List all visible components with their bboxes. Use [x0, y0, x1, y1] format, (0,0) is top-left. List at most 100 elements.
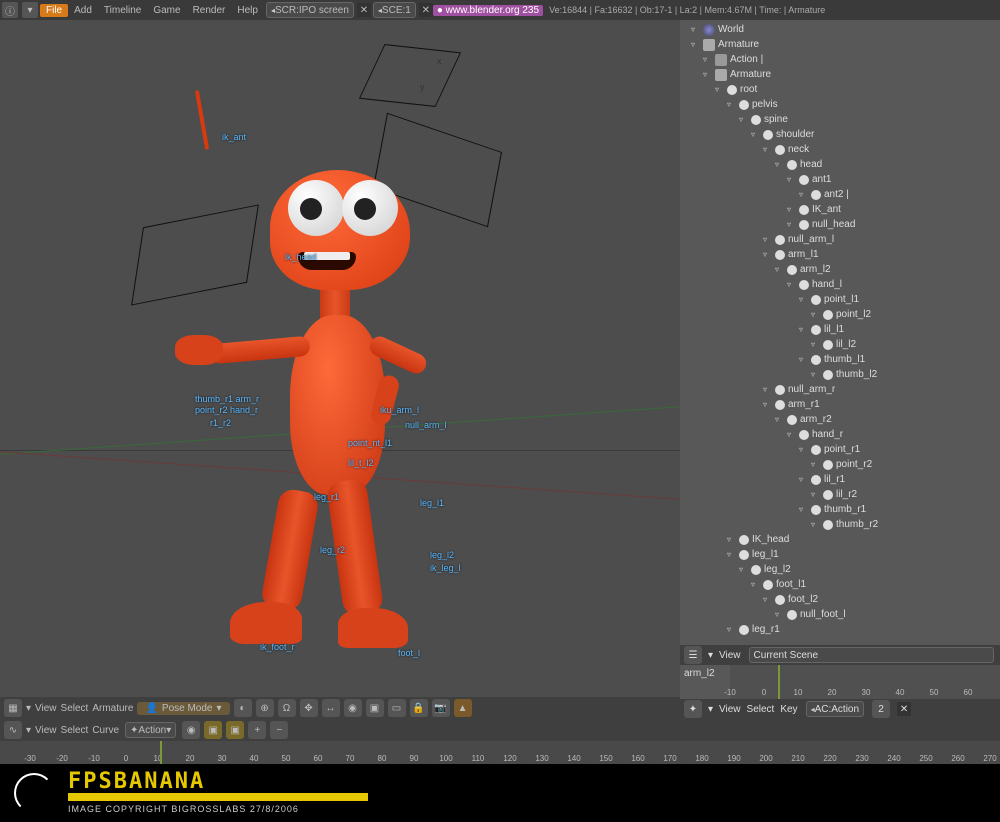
pivot-icon[interactable]: ⊕ — [256, 699, 274, 717]
widget-rotate-icon[interactable]: ◉ — [344, 699, 362, 717]
menu-file[interactable]: File — [40, 4, 68, 17]
widget-translate-icon[interactable]: ↔ — [322, 699, 340, 717]
select-menu[interactable]: Select — [61, 703, 89, 714]
tree-item-arm-l1[interactable]: ▿arm_l1 — [684, 247, 1000, 262]
expand-icon[interactable]: ▾ — [26, 703, 31, 714]
scene-close-icon[interactable]: ✕ — [419, 3, 433, 17]
tree-item-point-r1[interactable]: ▿point_r1 — [684, 442, 1000, 457]
users-button[interactable]: 2 — [872, 700, 890, 718]
tree-item-thumb-l1[interactable]: ▿thumb_l1 — [684, 352, 1000, 367]
3d-viewport[interactable]: x y ik_ant ik_head null_arm_l iku_arm_l … — [0, 20, 680, 719]
orientation-icon[interactable]: Ω — [278, 699, 296, 717]
tree-item-lil-r2[interactable]: ▿lil_r2 — [684, 487, 1000, 502]
tree-item-action-[interactable]: ▿Action | — [684, 52, 1000, 67]
tree-item-hand-l[interactable]: ▿hand_l — [684, 277, 1000, 292]
tree-item-ant1[interactable]: ▿ant1 — [684, 172, 1000, 187]
snapshot-icon[interactable]: 📷 — [432, 699, 450, 717]
tree-item-arm-r1[interactable]: ▿arm_r1 — [684, 397, 1000, 412]
tree-item-spine[interactable]: ▿spine — [684, 112, 1000, 127]
ipo-curve-menu[interactable]: Curve — [92, 725, 119, 736]
tree-item-point-r2[interactable]: ▿point_r2 — [684, 457, 1000, 472]
menu-render[interactable]: Render — [187, 5, 232, 16]
nla-ruler[interactable]: -100102030405060 — [730, 665, 1000, 699]
expand-icon[interactable]: ▾ — [26, 725, 31, 736]
expand-icon[interactable]: ▾ — [22, 2, 38, 18]
ipo-type-dropdown[interactable]: ✦ Action ▾ — [125, 722, 176, 738]
tree-item-ik-head[interactable]: ▿IK_head — [684, 532, 1000, 547]
scene-selector[interactable]: ◂SCE:1 — [373, 2, 416, 18]
ipo-btn-1[interactable]: ◉ — [182, 721, 200, 739]
paste-icon[interactable]: ▣ — [226, 721, 244, 739]
tree-item-armature[interactable]: ▿Armature — [684, 67, 1000, 82]
action-close-icon[interactable]: ✕ — [897, 702, 911, 716]
action-type-icon[interactable]: ✦ — [684, 700, 702, 718]
timeline-playhead[interactable] — [160, 741, 162, 765]
tree-item-ant2-[interactable]: ▿ant2 | — [684, 187, 1000, 202]
menu-help[interactable]: Help — [231, 5, 264, 16]
tree-item-head[interactable]: ▿head — [684, 157, 1000, 172]
widget-scale-icon[interactable]: ▣ — [366, 699, 384, 717]
tree-item-root[interactable]: ▿root — [684, 82, 1000, 97]
outliner-scene-dropdown[interactable]: Current Scene — [749, 647, 994, 663]
timeline-ruler-area[interactable]: -30-20-100102030405060708090100110120130… — [0, 741, 1000, 765]
zoom-out-icon[interactable]: − — [270, 721, 288, 739]
tree-item-null-foot-l[interactable]: ▿null_foot_l — [684, 607, 1000, 622]
playhead[interactable] — [778, 665, 780, 699]
info-icon[interactable]: ⓘ — [2, 2, 18, 18]
tree-item-point-l2[interactable]: ▿point_l2 — [684, 307, 1000, 322]
tree-item-foot-l2[interactable]: ▿foot_l2 — [684, 592, 1000, 607]
tree-item-leg-l1[interactable]: ▿leg_l1 — [684, 547, 1000, 562]
action-selector[interactable]: ◂AC:Action — [806, 701, 864, 717]
action-select-menu[interactable]: Select — [747, 704, 775, 715]
screen-selector[interactable]: ◂SCR:IPO screen — [266, 2, 354, 18]
tree-item-armature[interactable]: ▿Armature — [684, 37, 1000, 52]
copy-icon[interactable]: ▣ — [204, 721, 222, 739]
outliner-tree[interactable]: ▿World▿Armature▿Action |▿Armature▿root▿p… — [680, 20, 1000, 645]
tree-item-thumb-r2[interactable]: ▿thumb_r2 — [684, 517, 1000, 532]
manipulator-icon[interactable]: ✥ — [300, 699, 318, 717]
screen-close-icon[interactable]: ✕ — [357, 3, 371, 17]
character-model[interactable] — [140, 140, 480, 700]
menu-game[interactable]: Game — [147, 5, 186, 16]
menu-add[interactable]: Add — [68, 5, 98, 16]
ipo-select-menu[interactable]: Select — [61, 725, 89, 736]
editor-type-icon[interactable]: ▦ — [4, 699, 22, 717]
mode-dropdown[interactable]: 👤 Pose Mode ▾ — [137, 702, 229, 715]
zoom-in-icon[interactable]: + — [248, 721, 266, 739]
outliner-view-menu[interactable]: View — [719, 650, 741, 661]
tree-item-point-l1[interactable]: ▿point_l1 — [684, 292, 1000, 307]
shading-icon[interactable]: ◐ — [234, 699, 252, 717]
url-tab[interactable]: ● www.blender.org 235 — [433, 5, 543, 16]
tree-item-neck[interactable]: ▿neck — [684, 142, 1000, 157]
tree-item-null-head[interactable]: ▿null_head — [684, 217, 1000, 232]
view-menu[interactable]: View — [35, 703, 57, 714]
tree-item-thumb-r1[interactable]: ▿thumb_r1 — [684, 502, 1000, 517]
tree-item-world[interactable]: ▿World — [684, 22, 1000, 37]
ipo-type-icon[interactable]: ∿ — [4, 721, 22, 739]
nla-channel[interactable]: arm_l2 — [680, 665, 730, 699]
tree-item-lil-l1[interactable]: ▿lil_l1 — [684, 322, 1000, 337]
tree-item-shoulder[interactable]: ▿shoulder — [684, 127, 1000, 142]
tree-item-leg-l2[interactable]: ▿leg_l2 — [684, 562, 1000, 577]
tree-item-null-arm-l[interactable]: ▿null_arm_l — [684, 232, 1000, 247]
tree-item-arm-l2[interactable]: ▿arm_l2 — [684, 262, 1000, 277]
tree-item-hand-r[interactable]: ▿hand_r — [684, 427, 1000, 442]
render-icon[interactable]: ▲ — [454, 699, 472, 717]
action-view-menu[interactable]: View — [719, 704, 741, 715]
tree-item-ik-ant[interactable]: ▿IK_ant — [684, 202, 1000, 217]
outliner-type-icon[interactable]: ☰ — [684, 646, 702, 664]
action-key-menu[interactable]: Key — [780, 704, 797, 715]
ipo-view-menu[interactable]: View — [35, 725, 57, 736]
tree-item-leg-r1[interactable]: ▿leg_r1 — [684, 622, 1000, 637]
tree-item-foot-l1[interactable]: ▿foot_l1 — [684, 577, 1000, 592]
lock-icon[interactable]: 🔒 — [410, 699, 428, 717]
tree-item-lil-l2[interactable]: ▿lil_l2 — [684, 337, 1000, 352]
armature-menu[interactable]: Armature — [92, 703, 133, 714]
layers-icon[interactable]: ▭ — [388, 699, 406, 717]
expand-icon[interactable]: ▾ — [708, 704, 713, 715]
menu-timeline[interactable]: Timeline — [98, 5, 147, 16]
tree-item-arm-r2[interactable]: ▿arm_r2 — [684, 412, 1000, 427]
tree-item-thumb-l2[interactable]: ▿thumb_l2 — [684, 367, 1000, 382]
expand-icon[interactable]: ▾ — [708, 650, 713, 661]
tree-item-pelvis[interactable]: ▿pelvis — [684, 97, 1000, 112]
